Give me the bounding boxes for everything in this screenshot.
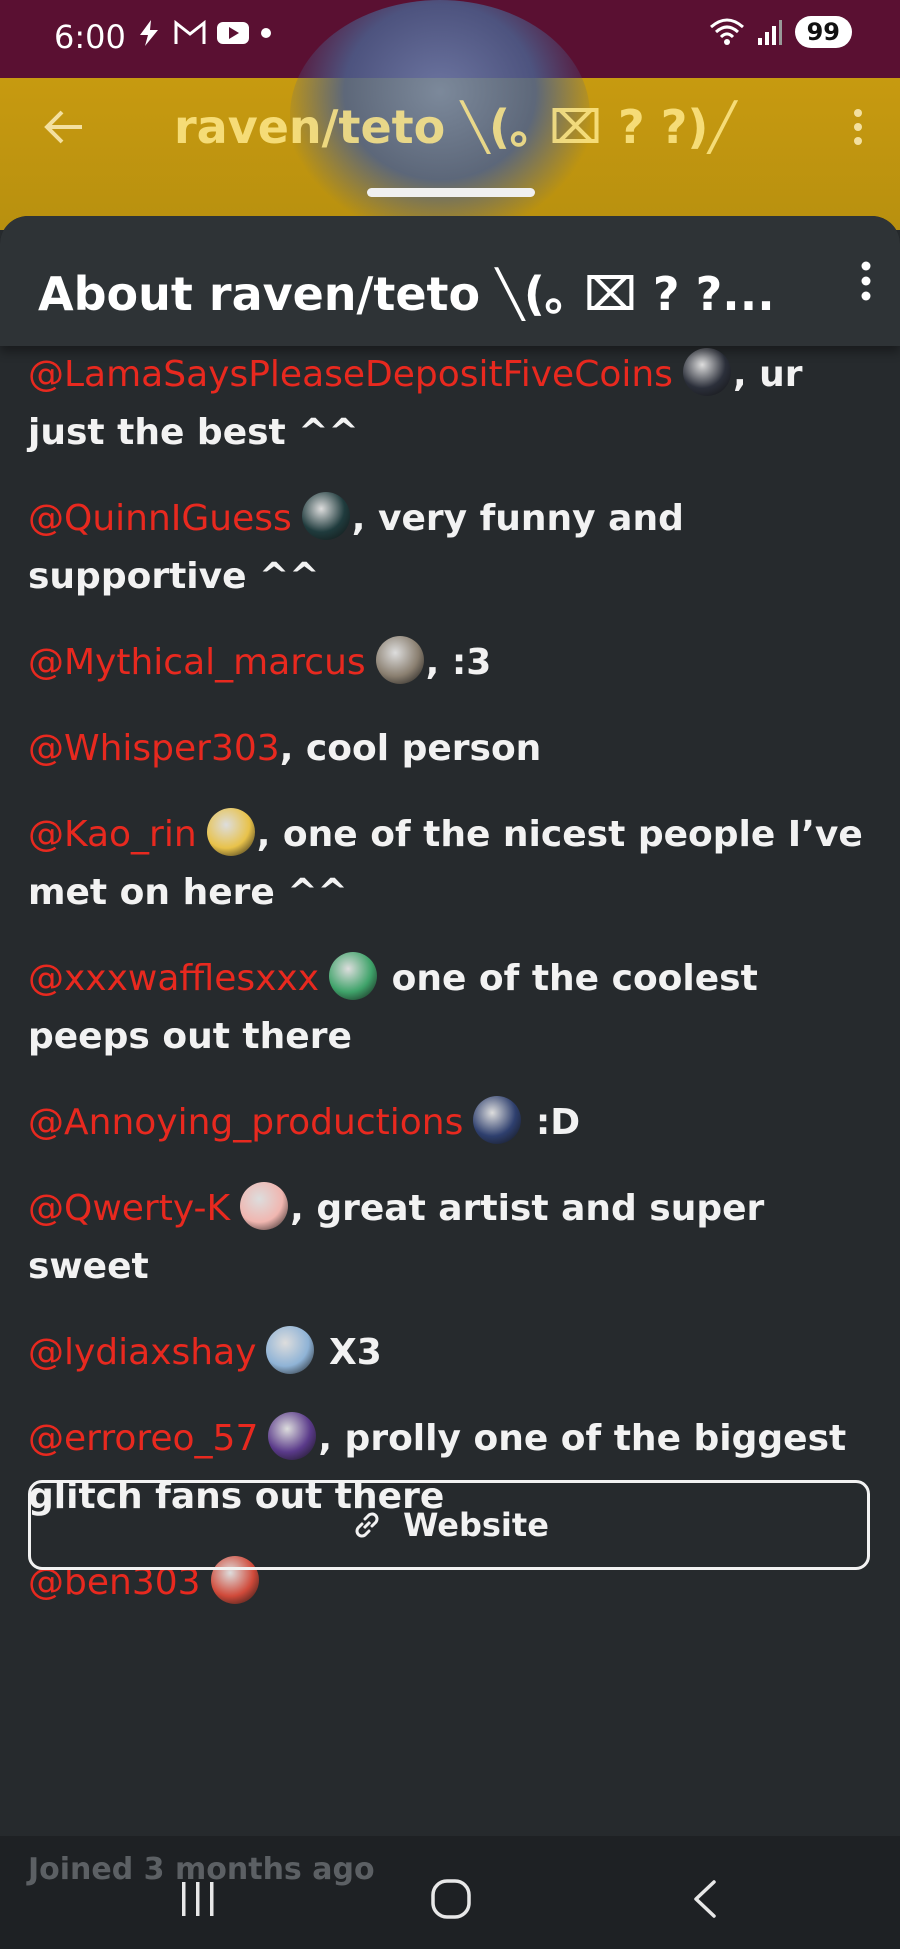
youtube-icon bbox=[217, 22, 249, 44]
avatar bbox=[240, 1182, 289, 1230]
link-icon bbox=[355, 1512, 379, 1538]
avatar bbox=[206, 808, 255, 856]
status-time: 6:00 bbox=[54, 18, 126, 56]
user-mention-link[interactable]: @Annoying_productions bbox=[28, 1102, 463, 1143]
user-mention-link[interactable]: @Mythical_marcus bbox=[28, 642, 366, 683]
sheet-header: About raven/teto ╲(｡ ⌧ ? ?... bbox=[0, 216, 900, 346]
avatar bbox=[266, 1326, 315, 1374]
user-mention-link[interactable]: @lydiaxshay bbox=[28, 1332, 256, 1373]
avatar bbox=[301, 492, 350, 540]
avatar bbox=[329, 952, 378, 1000]
user-mention-link[interactable]: @Kao_rin bbox=[28, 814, 197, 855]
about-entry: @QuinnIGuess, very funny and supportive … bbox=[28, 490, 868, 606]
notification-icons bbox=[134, 18, 272, 48]
status-bar: 6:00 99 bbox=[0, 0, 900, 78]
dot-icon bbox=[261, 28, 271, 38]
about-entry: @Kao_rin, one of the nicest people I’ve … bbox=[28, 806, 868, 922]
system-icons: 99 bbox=[709, 16, 852, 48]
gmail-icon bbox=[174, 20, 206, 44]
avatar bbox=[375, 636, 424, 684]
user-mention-link[interactable]: @xxxwafflesxxx bbox=[28, 958, 319, 999]
user-mention-link[interactable]: @LamaSaysPleaseDepositFiveCoins bbox=[28, 354, 673, 395]
sheet-title: About raven/teto ╲(｡ ⌧ ? ?... bbox=[38, 267, 775, 321]
about-entry: @LamaSaysPleaseDepositFiveCoins, ur just… bbox=[28, 346, 868, 462]
home-icon[interactable] bbox=[430, 1878, 472, 1920]
recents-icon[interactable] bbox=[178, 1880, 218, 1918]
profile-toolbar: raven/teto ╲(｡ ⌧ ? ?)╱ bbox=[0, 85, 900, 165]
entry-text: :D bbox=[523, 1102, 581, 1143]
website-label: Website bbox=[403, 1506, 549, 1544]
about-entry: @lydiaxshay X3 bbox=[28, 1324, 868, 1382]
user-mention-link[interactable]: @Whisper303 bbox=[28, 728, 280, 769]
signal-icon bbox=[757, 20, 782, 45]
user-mention-link[interactable]: @Qwerty-K bbox=[28, 1188, 230, 1229]
about-text: @LamaSaysPleaseDepositFiveCoins, ur just… bbox=[28, 346, 868, 1640]
about-entry: @Qwerty-K, great artist and super sweet bbox=[28, 1180, 868, 1296]
battery-indicator: 99 bbox=[794, 16, 852, 48]
avatar bbox=[473, 1096, 522, 1144]
about-entry: @Mythical_marcus , :3 bbox=[28, 634, 868, 692]
sheet-drag-handle[interactable] bbox=[367, 188, 535, 197]
about-entry: @xxxwafflesxxx one of the coolest peeps … bbox=[28, 950, 868, 1066]
about-entry: @Whisper303, cool person bbox=[28, 720, 868, 778]
about-entry: @Annoying_productions :D bbox=[28, 1094, 868, 1152]
wifi-icon bbox=[709, 18, 744, 45]
about-sheet: About raven/teto ╲(｡ ⌧ ? ?... @LamaSaysP… bbox=[0, 216, 900, 1836]
avatar bbox=[682, 348, 731, 396]
profile-title: raven/teto ╲(｡ ⌧ ? ?)╱ bbox=[174, 100, 737, 154]
entry-text: , cool person bbox=[279, 728, 542, 769]
avatar bbox=[268, 1412, 317, 1460]
more-vertical-icon[interactable] bbox=[858, 260, 874, 302]
flash-icon bbox=[140, 20, 158, 46]
website-button[interactable]: Website bbox=[28, 1480, 870, 1570]
user-mention-link[interactable]: @erroreo_57 bbox=[28, 1418, 258, 1459]
navigation-bar: Joined 3 months ago bbox=[0, 1836, 900, 1949]
more-vertical-icon[interactable] bbox=[850, 107, 866, 147]
arrow-left-icon[interactable] bbox=[42, 107, 86, 147]
user-mention-link[interactable]: @QuinnIGuess bbox=[28, 498, 292, 539]
entry-text: , :3 bbox=[425, 642, 492, 683]
entry-text: X3 bbox=[316, 1332, 382, 1373]
nav-back-icon[interactable] bbox=[690, 1878, 720, 1920]
